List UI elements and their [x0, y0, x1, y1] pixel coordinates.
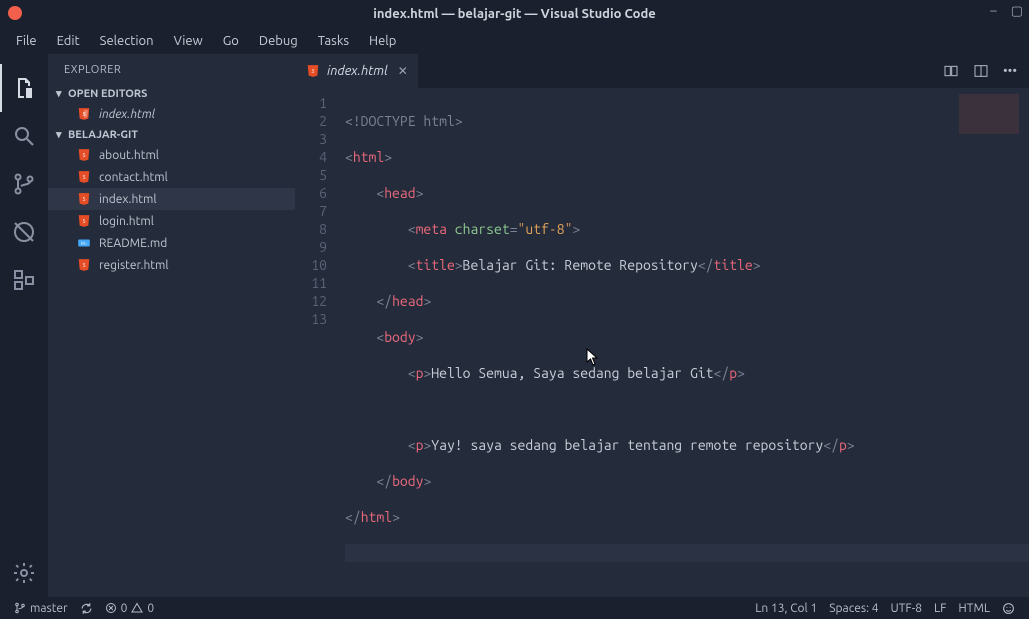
html5-icon: 5 — [76, 169, 92, 185]
status-feedback[interactable] — [996, 602, 1021, 615]
project-header[interactable]: ▾ BELAJAR-GIT — [48, 125, 295, 144]
code-editor[interactable]: 1234 5678 9101112 13 <!DOCTYPE html> <ht… — [295, 88, 1029, 597]
status-ln-col[interactable]: Ln 13, Col 1 — [749, 602, 823, 615]
editor-area: 5 index.html ✕ ••• 1234 5678 9101112 13 … — [295, 54, 1029, 597]
file-label: about.html — [99, 149, 159, 162]
file-item-readme[interactable]: M↓ README.md — [48, 232, 295, 254]
more-icon[interactable]: ••• — [1003, 64, 1017, 78]
split-editor-icon[interactable] — [973, 63, 989, 79]
status-spaces[interactable]: Spaces: 4 — [823, 602, 884, 615]
file-label: contact.html — [99, 171, 168, 184]
menu-go[interactable]: Go — [213, 31, 249, 51]
svg-text:5: 5 — [82, 153, 85, 159]
open-editor-filename: index.html — [99, 108, 155, 121]
warning-icon — [131, 602, 143, 614]
tab-actions: ••• — [931, 54, 1029, 88]
menubar: File Edit Selection View Go Debug Tasks … — [0, 28, 1029, 54]
status-problems[interactable]: 0 0 — [99, 602, 161, 615]
file-item-login[interactable]: 5 login.html — [48, 210, 295, 232]
file-label: register.html — [99, 259, 169, 272]
activity-explorer[interactable] — [0, 64, 48, 112]
file-label: login.html — [99, 215, 154, 228]
project-label: BELAJAR-GIT — [68, 129, 138, 141]
status-bar: master 0 0 Ln 13, Col 1 Spaces: 4 UTF-8 … — [0, 597, 1029, 619]
extensions-icon — [12, 268, 36, 292]
menu-selection[interactable]: Selection — [90, 31, 164, 51]
compare-icon[interactable] — [943, 63, 959, 79]
html5-icon: 5 — [76, 213, 92, 229]
menu-tasks[interactable]: Tasks — [308, 31, 359, 51]
files-icon — [12, 76, 36, 100]
html5-icon: 5 — [305, 63, 321, 79]
file-label: index.html — [99, 193, 157, 206]
svg-text:5: 5 — [82, 263, 85, 269]
code-content[interactable]: <!DOCTYPE html> <html> <head> <meta char… — [345, 88, 1029, 597]
window-title: index.html — belajar-git — Visual Studio… — [373, 7, 656, 21]
svg-text:M↓: M↓ — [81, 241, 87, 246]
window-controls: – ▢ — [990, 4, 1023, 19]
svg-text:5: 5 — [82, 219, 85, 225]
gutter: 1234 5678 9101112 13 — [295, 88, 345, 597]
file-label: README.md — [99, 237, 167, 250]
file-item-index[interactable]: 5 index.html — [48, 188, 295, 210]
git-branch-icon — [14, 602, 26, 614]
status-eol[interactable]: LF — [928, 602, 952, 615]
file-item-register[interactable]: 5 register.html — [48, 254, 295, 276]
activity-debug[interactable] — [0, 208, 48, 256]
window-maximize-icon[interactable]: ▢ — [1011, 4, 1023, 19]
menu-file[interactable]: File — [6, 31, 47, 51]
status-branch[interactable]: master — [8, 602, 74, 615]
file-tree: 5 about.html 5 contact.html 5 index.html… — [48, 144, 295, 276]
smiley-icon — [1002, 602, 1015, 615]
markdown-icon: M↓ — [76, 235, 92, 251]
status-sync[interactable] — [74, 602, 99, 615]
git-branch-icon — [12, 172, 36, 196]
chevron-down-icon: ▾ — [56, 128, 66, 141]
close-icon[interactable]: ✕ — [398, 64, 408, 78]
status-encoding[interactable]: UTF-8 — [885, 602, 928, 615]
activity-extensions[interactable] — [0, 256, 48, 304]
error-icon — [105, 602, 117, 614]
explorer-sidebar: EXPLORER ▾ OPEN EDITORS 5 index.html ▾ B… — [48, 54, 295, 597]
menu-help[interactable]: Help — [359, 31, 406, 51]
file-item-contact[interactable]: 5 contact.html — [48, 166, 295, 188]
html5-icon: 5 — [76, 257, 92, 273]
menu-view[interactable]: View — [164, 31, 213, 51]
tab-label: index.html — [327, 64, 388, 78]
status-language[interactable]: HTML — [952, 602, 996, 615]
open-editors-label: OPEN EDITORS — [68, 88, 147, 100]
search-icon — [12, 124, 36, 148]
svg-text:5: 5 — [82, 197, 85, 203]
open-editors-header[interactable]: ▾ OPEN EDITORS — [48, 84, 295, 103]
activity-settings[interactable] — [0, 549, 48, 597]
menu-debug[interactable]: Debug — [249, 31, 308, 51]
html5-icon: 5 — [76, 147, 92, 163]
open-editor-item[interactable]: 5 index.html — [48, 103, 295, 125]
minimap[interactable] — [959, 94, 1019, 134]
menu-edit[interactable]: Edit — [47, 31, 90, 51]
bug-icon — [12, 220, 36, 244]
gear-icon — [12, 561, 36, 585]
editor-tabs: 5 index.html ✕ ••• — [295, 54, 1029, 88]
tab-index-html[interactable]: 5 index.html ✕ — [295, 54, 418, 88]
window-close-icon[interactable] — [8, 6, 22, 20]
activity-scm[interactable] — [0, 160, 48, 208]
html5-icon: 5 — [76, 106, 92, 122]
html5-icon: 5 — [76, 191, 92, 207]
chevron-down-icon: ▾ — [56, 87, 66, 100]
svg-text:5: 5 — [82, 175, 85, 181]
sync-icon — [80, 602, 93, 615]
activity-bar — [0, 54, 48, 597]
window-minimize-icon[interactable]: – — [990, 4, 996, 19]
file-item-about[interactable]: 5 about.html — [48, 144, 295, 166]
sidebar-title: EXPLORER — [48, 54, 295, 84]
titlebar: index.html — belajar-git — Visual Studio… — [0, 0, 1029, 28]
activity-search[interactable] — [0, 112, 48, 160]
